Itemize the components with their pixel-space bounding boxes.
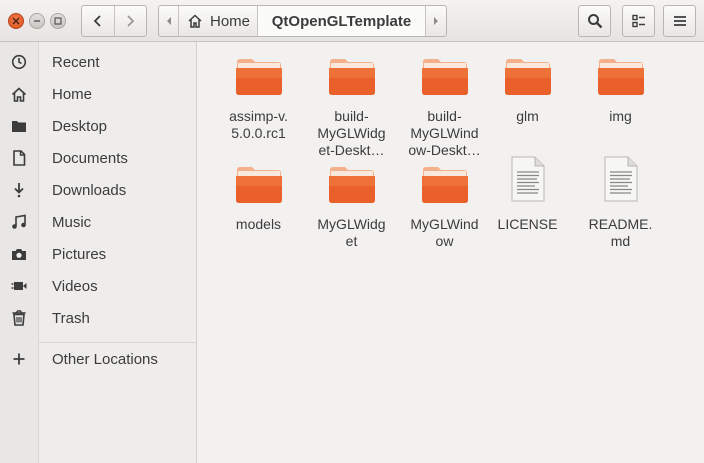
home-icon [10, 86, 28, 102]
path-current-label: QtOpenGLTemplate [271, 12, 412, 30]
view-toggle-button[interactable] [622, 5, 655, 37]
back-button[interactable] [82, 6, 114, 36]
folder-item[interactable]: build- MyGLWind ow-Deskt… [398, 56, 491, 159]
sidebar-item-other-locations[interactable]: Other Locations [0, 344, 196, 374]
folder-item[interactable]: MyGLWind ow [398, 164, 491, 250]
music-icon [10, 214, 28, 230]
file-name-label: assimp-v. 5.0.0.rc1 [229, 108, 288, 141]
sidebar-item-documents[interactable]: Documents [0, 143, 196, 173]
path-bar: Home QtOpenGLTemplate [158, 5, 447, 37]
sidebar: Recent Home Desktop Documents Downloads … [0, 42, 197, 463]
folder-icon [305, 56, 398, 100]
file-name-label: build- MyGLWind ow-Deskt… [408, 108, 481, 158]
path-home-label: Home [210, 12, 251, 30]
clock-icon [10, 54, 28, 70]
file-name-label: LICENSE [497, 216, 558, 232]
sidebar-item-trash[interactable]: Trash [0, 303, 196, 333]
file-name-label: models [235, 216, 282, 232]
trash-icon [10, 310, 28, 326]
minimize-window-button[interactable] [29, 13, 45, 29]
video-icon [10, 278, 28, 294]
sidebar-item-label: Videos [52, 277, 98, 295]
folder-item[interactable]: img [574, 56, 667, 125]
folder-icon [305, 164, 398, 208]
path-home-button[interactable]: Home [178, 6, 258, 36]
header-bar: Home QtOpenGLTemplate [0, 0, 704, 42]
folder-item[interactable]: MyGLWidg et [305, 164, 398, 250]
minimize-icon [34, 20, 40, 22]
sidebar-item-recent[interactable]: Recent [0, 47, 196, 77]
search-button[interactable] [578, 5, 611, 37]
file-view: assimp-v. 5.0.0.rc1 build- MyGLWidg et-De… [198, 42, 704, 463]
folder-item[interactable]: models [212, 164, 305, 233]
folder-icon [398, 56, 491, 100]
text-file-icon [574, 156, 667, 208]
folder-icon [398, 164, 491, 208]
close-window-button[interactable] [8, 13, 24, 29]
folder-icon [212, 56, 305, 100]
file-name-label: img [609, 108, 632, 124]
folder-icon [574, 56, 667, 100]
sidebar-separator [39, 342, 196, 343]
sidebar-item-desktop[interactable]: Desktop [0, 111, 196, 141]
sidebar-item-label: Trash [52, 309, 90, 327]
sidebar-item-label: Desktop [52, 117, 108, 135]
maximize-window-button[interactable] [50, 13, 66, 29]
menu-button[interactable] [663, 5, 696, 37]
hamburger-menu-icon [673, 16, 686, 26]
list-view-icon [631, 14, 645, 28]
chevron-left-icon [93, 15, 101, 27]
folder-item[interactable]: build- MyGLWidg et-Deskt… [305, 56, 398, 159]
sidebar-item-label: Downloads [52, 181, 127, 199]
camera-icon [10, 246, 28, 262]
file-name-label: MyGLWidg et [317, 216, 386, 249]
file-name-label: MyGLWind ow [410, 216, 479, 249]
folder-item[interactable]: glm [481, 56, 574, 125]
maximize-icon [54, 17, 62, 25]
arrow-left-icon [166, 17, 171, 25]
close-icon [12, 17, 20, 25]
search-icon [587, 14, 602, 29]
folder-icon [212, 164, 305, 208]
home-icon [188, 14, 202, 28]
sidebar-item-label: Music [52, 213, 92, 231]
folder-icon [481, 56, 574, 100]
path-scroll-left-button[interactable] [159, 6, 178, 36]
sidebar-item-music[interactable]: Music [0, 207, 196, 237]
forward-button[interactable] [113, 6, 146, 36]
sidebar-item-label: Pictures [52, 245, 107, 263]
folder-item[interactable]: assimp-v. 5.0.0.rc1 [212, 56, 305, 142]
path-scroll-right-button[interactable] [426, 6, 446, 36]
sidebar-item-label: Documents [52, 149, 128, 167]
sidebar-item-videos[interactable]: Videos [0, 271, 196, 301]
sidebar-item-downloads[interactable]: Downloads [0, 175, 196, 205]
download-icon [10, 182, 28, 198]
path-current-button[interactable]: QtOpenGLTemplate [258, 6, 426, 36]
plus-icon [10, 351, 28, 367]
file-item[interactable]: README. md [574, 156, 667, 250]
file-item[interactable]: LICENSE [481, 156, 574, 233]
text-file-icon [481, 156, 574, 208]
sidebar-item-label: Other Locations [52, 350, 158, 368]
file-name-label: glm [516, 108, 539, 124]
sidebar-item-label: Recent [52, 53, 100, 71]
sidebar-item-label: Home [52, 85, 93, 103]
folder-icon [10, 118, 28, 134]
arrow-right-icon [434, 17, 438, 25]
navigation-buttons [81, 5, 147, 37]
file-name-label: build- MyGLWidg et-Deskt… [317, 108, 386, 158]
document-icon [10, 150, 28, 166]
file-name-label: README. md [588, 216, 653, 249]
sidebar-item-pictures[interactable]: Pictures [0, 239, 196, 269]
sidebar-item-home[interactable]: Home [0, 79, 196, 109]
chevron-right-icon [127, 15, 135, 27]
